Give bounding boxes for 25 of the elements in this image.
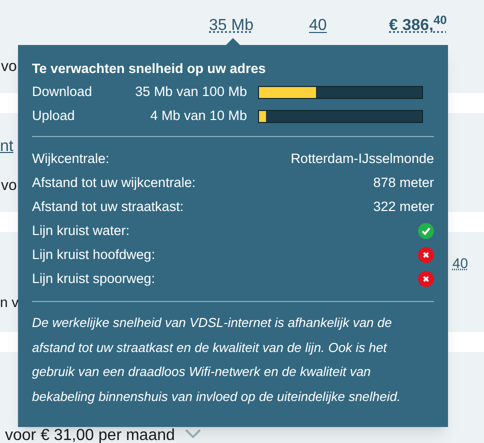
detail-value: 878 meter [373,174,434,192]
offer-link[interactable]: nt [0,138,14,155]
detail-label: Lijn kruist spoorweg: [32,270,156,288]
speed-reading: 35 Mb van 100 Mb [134,82,247,101]
speed-label: Upload [32,106,76,125]
speed-reading: 4 Mb van 10 Mb [149,106,247,125]
detail-label: Lijn kruist hoofdweg: [32,246,156,264]
detail-label: Afstand tot uw straatkast: [32,198,184,216]
price-link[interactable]: € 386,$^{40}$ [389,14,447,38]
speed-label: Download [32,82,94,101]
offer-text: voor € 31,00 per maand [5,429,175,443]
offer-text: n v [0,294,19,310]
detail-label: Afstand tot uw wijkcentrale: [32,174,196,192]
price-link[interactable]: 40 [452,253,468,274]
chevron-down-icon[interactable] [184,429,201,438]
contracts-link[interactable]: 40 [309,14,349,38]
detail-value: Rotterdam-IJsselmonde [290,150,434,168]
detail-label: Lijn kruist water: [32,222,130,240]
offer-text: vo [1,177,17,194]
detail-value: 322 meter [373,198,434,216]
tooltip-note: De werkelijke snelheid van VDSL-internet is afhankelijk van de afstand tot uw straatkast en de kwaliteit van de lijn. Ook is het gebruik van een draadloos Wifi-netwerk en de kwaliteit van bekabeling binnenshuis van invloed op de uiteindelijke snelheid. [32,314,402,406]
speed-link[interactable]: 35 Mb [209,14,259,38]
detail-label: Wijkcentrale: [32,150,110,168]
tooltip-title: Te verwachten snelheid op uw adres [32,60,267,78]
offer-text: vo [1,58,17,75]
